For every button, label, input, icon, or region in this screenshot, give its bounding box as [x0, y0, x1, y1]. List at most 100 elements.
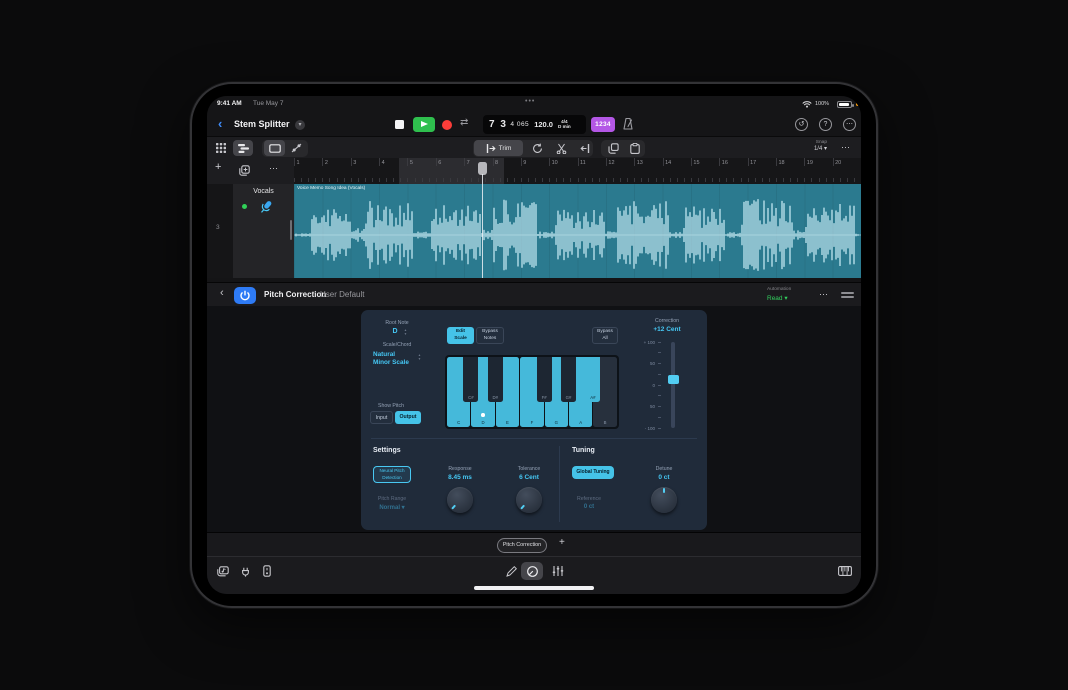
audio-region[interactable]: Voice Memo Song Idea (Vocals) [294, 184, 861, 278]
playhead[interactable] [478, 162, 487, 278]
level-meter-button[interactable] [257, 562, 277, 580]
ruler-beat-tick [656, 178, 657, 182]
lcd-display[interactable]: 7 3 4 065 120.0 4/4 D min [483, 115, 586, 134]
project-title[interactable]: Stem Splitter [234, 119, 290, 129]
bar-ruler[interactable]: 1234567891011121314151617181920 [294, 158, 861, 184]
detune-knob[interactable] [651, 487, 677, 513]
piano-keyboard-button[interactable] [835, 562, 855, 580]
ruler-beat-tick [613, 178, 614, 182]
key-G-sharp[interactable]: G# [561, 357, 576, 402]
count-in-badge[interactable]: 1234 [591, 117, 615, 132]
loop-function-icon[interactable] [527, 140, 547, 156]
ruler-beat-tick [429, 178, 430, 182]
split-scissors-icon[interactable] [551, 140, 571, 156]
cycle-icon[interactable]: ⇄ [460, 117, 468, 128]
ruler-bar-number: 13 [637, 160, 643, 166]
stop-button[interactable] [393, 118, 406, 131]
show-pitch-output-button[interactable]: Output [395, 411, 421, 424]
correction-scale-label: 50 [629, 404, 655, 409]
track-area: 3 Vocals Voice Memo Song Idea (Vocals) [207, 184, 861, 278]
ruler-bar-number: 20 [835, 160, 841, 166]
region-left-marker [290, 220, 292, 240]
scale-stepper[interactable]: ▲▼ [417, 353, 422, 361]
tracks-view-button[interactable] [233, 140, 253, 156]
plugin-more-icon[interactable]: ⋯ [819, 289, 829, 300]
add-track-button[interactable]: + [215, 161, 221, 173]
ruler-beat-tick [762, 178, 763, 182]
scale-value-line2[interactable]: Minor Scale [373, 359, 417, 366]
tolerance-label: Tolerance [504, 466, 554, 472]
correction-slider-handle[interactable] [668, 375, 679, 384]
key-A-sharp[interactable]: A# [585, 357, 600, 402]
track-more-icon[interactable]: ⋯ [269, 163, 279, 174]
key-F-sharp[interactable]: F# [537, 357, 552, 402]
undo-button[interactable]: ↺ [795, 118, 808, 131]
browser-button[interactable] [213, 562, 233, 580]
automation-mode[interactable]: Read ▾ [767, 294, 788, 302]
root-note-dot [481, 413, 485, 417]
show-pitch-input-button[interactable]: Input [370, 411, 393, 424]
tolerance-value[interactable]: 6 Cent [504, 474, 554, 481]
detune-value[interactable]: 0 ct [639, 474, 689, 481]
trim-button[interactable]: Trim [474, 140, 523, 156]
play-button[interactable] [413, 117, 435, 132]
edit-scale-button[interactable]: EditScale [447, 327, 474, 344]
plugin-back-chevron-icon[interactable]: ‹ [220, 287, 224, 299]
ruler-beat-tick [684, 178, 685, 182]
key-D-sharp[interactable]: D# [488, 357, 503, 402]
key-C-sharp[interactable]: C# [463, 357, 478, 402]
marquee-tool-button[interactable] [264, 140, 285, 156]
ruler-beat-tick [500, 178, 501, 182]
join-function-icon[interactable] [575, 140, 595, 156]
correction-value[interactable]: +12 Cent [637, 326, 697, 333]
ruler-beat-tick [755, 178, 756, 182]
tab-pitch-correction[interactable]: Pitch Correction [497, 538, 547, 553]
duplicate-track-icon[interactable] [235, 162, 253, 178]
response-knob[interactable] [447, 487, 473, 513]
track-header[interactable]: Vocals [233, 184, 294, 278]
ruler-bar-number: 15 [693, 160, 699, 166]
bypass-notes-button[interactable]: BypassNotes [476, 327, 504, 344]
plugin-drag-handle[interactable] [841, 292, 854, 300]
neural-pitch-detection-button[interactable]: Neural PitchDetection [373, 466, 411, 483]
bypass-all-button[interactable]: BypassAll [592, 327, 618, 344]
root-note-stepper[interactable]: ▲▼ [403, 328, 408, 336]
multitask-dots-icon[interactable]: ••• [525, 98, 535, 105]
plugin-preset[interactable]: User Default [320, 290, 364, 299]
home-indicator[interactable] [474, 586, 594, 590]
correction-slider-track[interactable] [671, 342, 675, 428]
add-plugin-button[interactable]: + [559, 537, 565, 548]
plugin-controls-button[interactable] [521, 562, 543, 580]
automation-tool-button[interactable] [286, 140, 306, 156]
ruler-bar-number: 9 [523, 160, 526, 166]
ruler-bar-gridline [804, 158, 805, 166]
response-value[interactable]: 8.45 ms [435, 474, 485, 481]
root-note-value[interactable]: D [369, 328, 421, 335]
ruler-beat-tick [769, 178, 770, 182]
ruler-bar-gridline [663, 158, 664, 166]
record-enable-dot[interactable] [242, 204, 247, 209]
scale-value-line1[interactable]: Natural [373, 351, 417, 358]
paste-icon[interactable] [625, 140, 645, 156]
more-button[interactable]: ⋯ [843, 118, 856, 131]
project-title-chevron-icon[interactable]: ▾ [295, 120, 305, 130]
screen: 9:41 AM Tue May 7 ••• 100% ‹ Stem Splitt… [207, 96, 861, 594]
help-button[interactable]: ? [819, 118, 832, 131]
metronome-icon[interactable] [621, 117, 635, 131]
toolbar-more-icon[interactable]: ⋯ [841, 142, 851, 153]
plugin-power-button[interactable] [234, 287, 256, 304]
snap-control[interactable]: Snap 1/4 ▾ [797, 140, 827, 152]
keypad-grid-button[interactable] [212, 140, 230, 156]
copy-icon[interactable] [603, 140, 623, 156]
tolerance-knob[interactable] [516, 487, 542, 513]
pencil-edit-button[interactable] [503, 562, 519, 580]
ruler-beat-tick [599, 178, 600, 182]
reference-value[interactable]: 0 ct [564, 504, 614, 510]
record-button[interactable] [442, 120, 452, 130]
pitch-range-value[interactable]: Normal ▾ [367, 504, 417, 511]
global-tuning-button[interactable]: Global Tuning [572, 466, 614, 479]
mixer-faders-button[interactable] [549, 562, 567, 580]
section-divider [371, 438, 697, 439]
plugins-button[interactable] [235, 562, 255, 580]
back-chevron-icon[interactable]: ‹ [218, 116, 222, 131]
